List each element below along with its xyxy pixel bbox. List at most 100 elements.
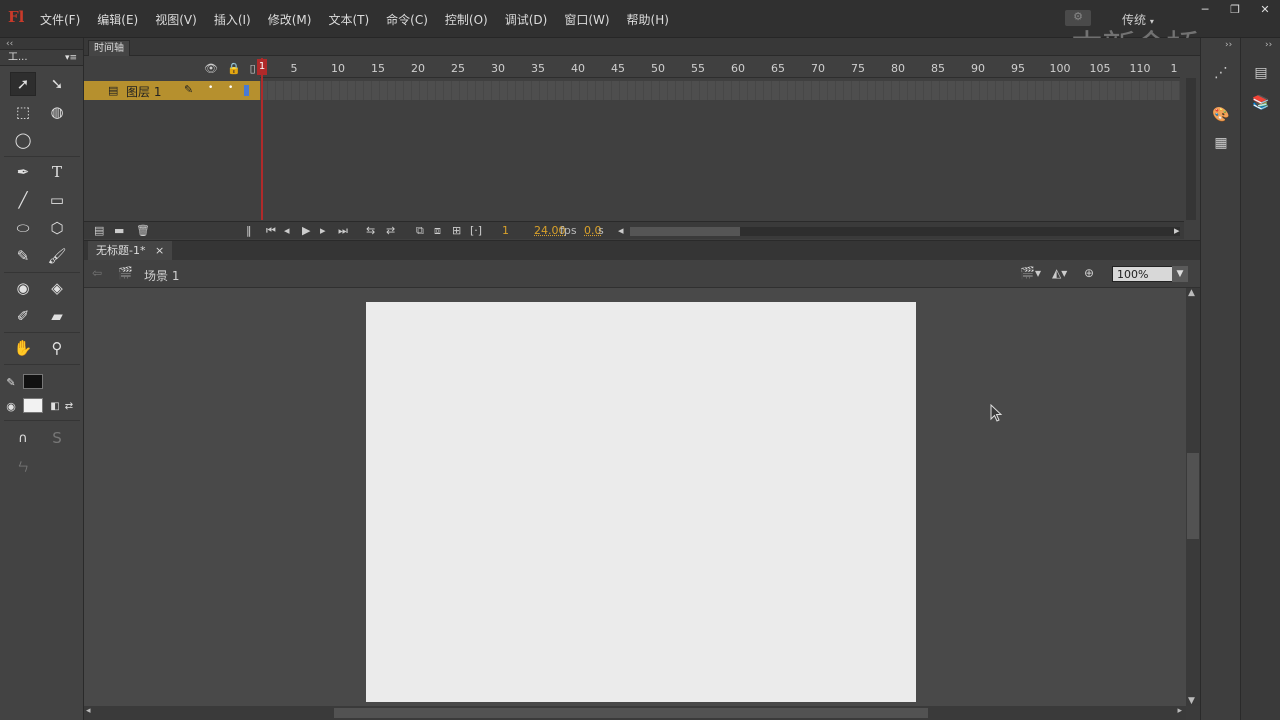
scroll-up-icon[interactable]: ▲	[1188, 288, 1195, 298]
oval-tool-icon[interactable]: ⬭	[10, 216, 36, 240]
expand-panels-icon[interactable]: ››	[1225, 40, 1232, 50]
timeline-vertical-scrollbar[interactable]	[1186, 78, 1196, 220]
lock-icon[interactable]: 🔒	[227, 62, 241, 75]
onion-skin-icon[interactable]: ⇄	[386, 224, 395, 237]
straighten-icon[interactable]: ㄣ	[10, 454, 36, 478]
delete-layer-icon[interactable]: 🗑	[136, 224, 150, 237]
close-button[interactable]: ✕	[1250, 0, 1280, 18]
color-palette-icon[interactable]: 🎨	[1210, 104, 1232, 126]
paint-bucket-tool-icon[interactable]: ◉	[10, 276, 36, 300]
zoom-tool-icon[interactable]: ⚲	[44, 336, 70, 360]
pencil-tool-icon[interactable]: ✎	[10, 244, 36, 268]
line-tool-icon[interactable]: ╱	[10, 188, 36, 212]
eyedropper-tool-icon[interactable]: ✐	[10, 304, 36, 328]
panel-menu-icon[interactable]: ▾≡	[65, 50, 77, 66]
text-tool-icon[interactable]: T	[44, 160, 70, 184]
eye-icon[interactable]: 👁	[204, 62, 218, 75]
frame-ruler[interactable]: 1 5 10 15 20 25 30 35 40 45 50 55 60 65 …	[259, 58, 1180, 78]
close-icon[interactable]: ×	[155, 244, 164, 257]
layer-row[interactable]: ▤ 图层 1 ✎ • •	[84, 81, 260, 100]
polystar-tool-icon[interactable]: ⬡	[44, 216, 70, 240]
hand-tool-icon[interactable]: ✋	[10, 336, 36, 360]
lasso-tool-icon[interactable]: ◯	[10, 128, 36, 152]
eraser-tool-icon[interactable]: ▰	[44, 304, 70, 328]
smooth-icon[interactable]: S	[44, 426, 70, 450]
markers-bracket-icon[interactable]: [·]	[470, 224, 482, 237]
rectangle-tool-icon[interactable]: ▭	[44, 188, 70, 212]
stage-canvas[interactable]	[366, 302, 916, 702]
library-icon[interactable]: 📚	[1250, 92, 1272, 114]
minimize-button[interactable]: ─	[1190, 0, 1220, 18]
pen-tool-icon[interactable]: ✒	[10, 160, 36, 184]
snap-magnet-icon[interactable]: ∩	[10, 426, 36, 450]
brush-tool-icon[interactable]: 🖌	[44, 244, 70, 268]
scene-name[interactable]: 场景 1	[144, 267, 179, 284]
expand-panels-icon[interactable]: ››	[1265, 40, 1272, 50]
edit-multiple-frames-icon[interactable]: ⧈	[434, 224, 441, 238]
step-forward-icon[interactable]: ▸	[320, 224, 326, 237]
fill-color-swatch[interactable]	[23, 398, 43, 413]
ink-bottle-tool-icon[interactable]: ◈	[44, 276, 70, 300]
edit-symbols-icon[interactable]: ◭▾	[1052, 266, 1067, 280]
motion-presets-icon[interactable]: ⋰	[1210, 62, 1232, 84]
menu-help[interactable]: 帮助(H)	[627, 11, 669, 28]
menu-modify[interactable]: 修改(M)	[268, 11, 312, 28]
chevron-down-icon[interactable]: ▼	[1172, 266, 1188, 282]
scroll-down-icon[interactable]: ▼	[1188, 696, 1195, 706]
new-layer-icon[interactable]: ▤	[94, 224, 104, 237]
modify-markers-icon[interactable]: ⊞	[452, 224, 461, 237]
scroll-right-icon[interactable]: ▸	[1177, 706, 1182, 716]
edit-scene-icon[interactable]: 🎬▾	[1020, 266, 1041, 280]
scroll-right-icon[interactable]: ▸	[1174, 224, 1180, 237]
menu-edit[interactable]: 编辑(E)	[97, 11, 138, 28]
menu-window[interactable]: 窗口(W)	[564, 11, 609, 28]
current-frame[interactable]: 1	[502, 224, 509, 237]
back-arrow-icon[interactable]: ⇦	[92, 266, 102, 280]
step-back-icon[interactable]: ◂	[284, 224, 290, 237]
play-icon[interactable]: ▶	[302, 224, 310, 237]
center-frame-icon[interactable]: ‖	[246, 224, 252, 237]
swatches-grid-icon[interactable]: ▦	[1210, 132, 1232, 154]
scroll-thumb[interactable]	[630, 227, 740, 236]
restore-button[interactable]: ❐	[1220, 0, 1250, 18]
visibility-dot-icon[interactable]: •	[208, 83, 213, 93]
free-transform-tool-icon[interactable]: ⬚	[10, 100, 36, 124]
playhead-marker[interactable]: 1	[257, 59, 267, 75]
panel-collapse-bar[interactable]: ‹‹	[0, 38, 83, 50]
scroll-left-icon[interactable]: ◂	[618, 224, 624, 237]
pasteboard[interactable]	[84, 288, 1186, 706]
3d-rotation-tool-icon[interactable]: ◍	[44, 100, 70, 124]
selection-tool-icon[interactable]: ➚	[10, 72, 36, 96]
stage-horizontal-scrollbar[interactable]: ◂ ▸	[84, 706, 1186, 720]
frame-strip[interactable]	[260, 81, 1180, 100]
menu-commands[interactable]: 命令(C)	[386, 11, 428, 28]
menu-insert[interactable]: 插入(I)	[214, 11, 251, 28]
properties-icon[interactable]: ▤	[1250, 62, 1272, 84]
timeline-horizontal-scrollbar[interactable]	[630, 227, 1180, 236]
swap-colors-icon[interactable]: ⇄	[62, 394, 76, 418]
outline-color-swatch[interactable]	[244, 85, 249, 96]
menu-debug[interactable]: 调试(D)	[505, 11, 548, 28]
stage-vertical-scrollbar[interactable]: ▲ ▼	[1186, 288, 1200, 706]
tab-timeline[interactable]: 时间轴	[88, 40, 130, 56]
layer-name[interactable]: 图层 1	[126, 83, 161, 100]
menu-text[interactable]: 文本(T)	[328, 11, 369, 28]
center-stage-icon[interactable]: ⊕	[1084, 266, 1094, 280]
onion-skin-outline-icon[interactable]: ⧉	[416, 224, 424, 238]
menu-file[interactable]: 文件(F)	[40, 11, 80, 28]
scroll-thumb[interactable]	[1187, 453, 1199, 539]
stroke-color-swatch[interactable]	[23, 374, 43, 389]
scroll-thumb[interactable]	[334, 708, 928, 718]
scroll-left-icon[interactable]: ◂	[86, 706, 91, 716]
first-frame-icon[interactable]: ⏮	[266, 224, 276, 238]
tab-document[interactable]: 无标题-1* ×	[88, 241, 173, 261]
outline-icon[interactable]: ▯	[250, 62, 256, 75]
black-white-icon[interactable]: ◧	[48, 394, 62, 418]
menu-control[interactable]: 控制(O)	[445, 11, 488, 28]
subselection-tool-icon[interactable]: ➘	[44, 72, 70, 96]
lock-dot-icon[interactable]: •	[228, 83, 233, 93]
menu-view[interactable]: 视图(V)	[155, 11, 197, 28]
new-folder-icon[interactable]: ▬	[114, 224, 124, 237]
last-frame-icon[interactable]: ⏭	[338, 224, 348, 238]
loop-icon[interactable]: ⇆	[366, 224, 375, 237]
